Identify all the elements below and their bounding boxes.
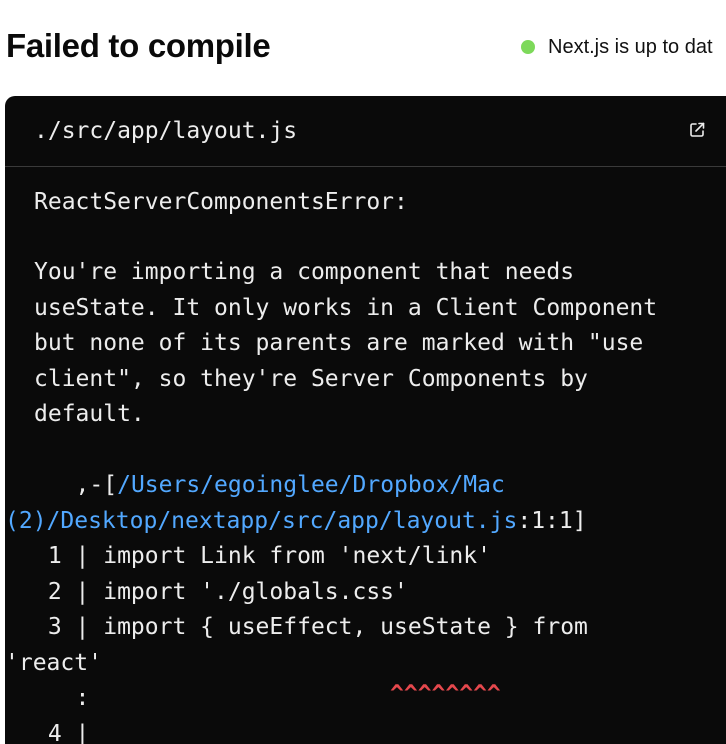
source-file-link[interactable]: /Users/egoinglee/Dropbox/Mac xyxy=(117,472,505,498)
message-line: useState. It only works in a Client Comp… xyxy=(34,295,658,321)
code-line: 1 | import Link from 'next/link' xyxy=(34,543,491,569)
location-prefix: ,-[ xyxy=(34,472,118,498)
message-line: but none of its parents are marked with … xyxy=(34,330,644,356)
file-path: ./src/app/layout.js xyxy=(34,118,298,144)
message-line: client", so they're Server Components by xyxy=(34,366,588,392)
message-line: You're importing a component that needs xyxy=(34,259,575,285)
code-line: 'react' xyxy=(5,650,102,676)
message-line: default. xyxy=(34,401,145,427)
error-panel: ./src/app/layout.js ReactServerComponent… xyxy=(5,96,726,744)
error-underline: ^^^^^^^^ xyxy=(390,681,501,707)
page-title: Failed to compile xyxy=(6,27,271,64)
status-dot-icon xyxy=(521,40,535,54)
source-file-link[interactable]: (2)/Desktop/nextapp/src/app/layout.js xyxy=(5,508,517,534)
code-line: 2 | import './globals.css' xyxy=(34,579,408,605)
code-line: : xyxy=(34,685,90,711)
error-type: ReactServerComponentsError: xyxy=(34,189,408,215)
error-panel-header: ./src/app/layout.js xyxy=(5,96,726,167)
build-status: Next.js is up to dat xyxy=(521,33,713,61)
location-suffix: :1:1] xyxy=(517,508,587,534)
code-line: 4 | xyxy=(34,721,90,744)
code-line: 3 | import { useEffect, useState } from xyxy=(34,614,588,640)
page-header: Failed to compile Next.js is up to dat xyxy=(0,0,726,96)
source-location: ,-[/Users/egoinglee/Dropbox/Mac xyxy=(34,467,505,503)
source-location-continued: (2)/Desktop/nextapp/src/app/layout.js:1:… xyxy=(5,503,587,539)
status-text: Next.js is up to dat xyxy=(548,35,713,58)
external-link-icon[interactable] xyxy=(687,120,707,140)
